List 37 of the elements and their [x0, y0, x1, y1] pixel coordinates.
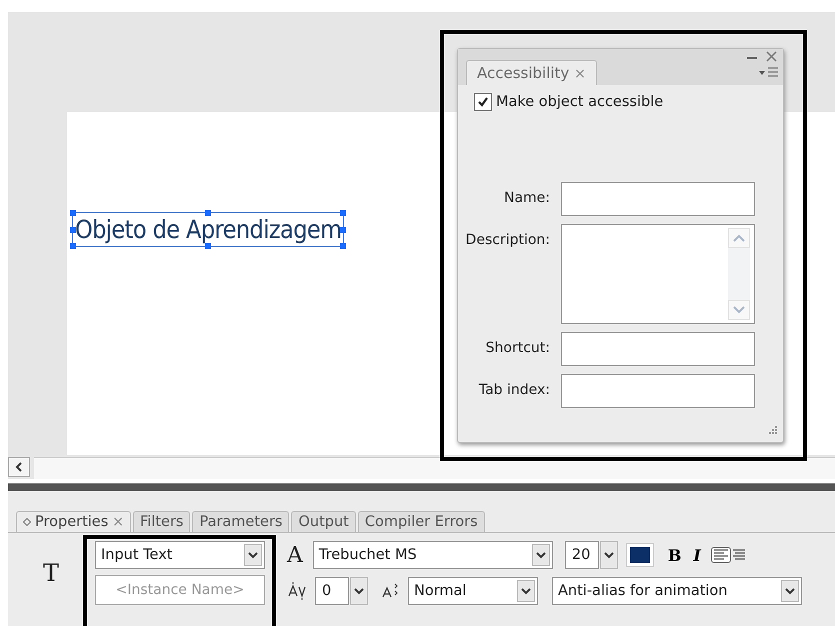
scroll-left-button[interactable]: [8, 457, 30, 477]
input-field[interactable]: [561, 182, 755, 216]
accessible-checkbox[interactable]: Make object accessible: [474, 93, 664, 111]
anti-alias-dropdown[interactable]: Anti-alias for animation: [552, 577, 802, 605]
field-label: Tab index:: [478, 381, 550, 398]
diamond-icon: [23, 518, 31, 526]
character-position-dropdown[interactable]: Normal: [408, 577, 538, 605]
panel-tab[interactable]: Filters: [133, 511, 190, 532]
font-size-field[interactable]: 20: [564, 541, 599, 569]
baseline-shift-icon: [382, 583, 400, 599]
text-tool-icon: T: [32, 559, 70, 587]
instance-name-field[interactable]: <Instance Name>: [95, 575, 265, 605]
field-label: Name:: [502, 189, 550, 206]
font-icon: A: [287, 542, 303, 568]
text-color-swatch[interactable]: [626, 543, 654, 567]
panel-tab[interactable]: Output: [291, 511, 356, 532]
field-label: Shortcut:: [484, 339, 550, 356]
panel-tab[interactable]: Compiler Errors: [358, 511, 485, 532]
text-type-dropdown[interactable]: Input Text: [95, 541, 265, 569]
letter-spacing-field[interactable]: 0: [315, 577, 349, 605]
panel-tab[interactable]: Properties ×: [16, 511, 132, 532]
resize-grip-icon[interactable]: [766, 425, 778, 437]
selected-text-object[interactable]: Objeto de Aprendizagem: [72, 212, 344, 247]
italic-button[interactable]: I: [687, 546, 707, 564]
input-field[interactable]: [561, 374, 755, 408]
minimize-close-icon[interactable]: [745, 51, 779, 63]
field-label: Description:: [464, 231, 550, 248]
bold-button[interactable]: B: [662, 546, 688, 564]
panel-divider-bar[interactable]: [8, 483, 835, 491]
panel-tab[interactable]: Accessibility ×: [466, 60, 597, 85]
align-left-icon[interactable]: [710, 547, 731, 563]
check-icon: [476, 95, 490, 109]
align-center-icon[interactable]: [732, 548, 745, 562]
font-dropdown[interactable]: Trebuchet MS: [312, 541, 553, 569]
input-field[interactable]: [561, 332, 755, 366]
panel-tab[interactable]: Parameters: [192, 511, 290, 532]
panel-menu-icon[interactable]: [759, 67, 779, 79]
